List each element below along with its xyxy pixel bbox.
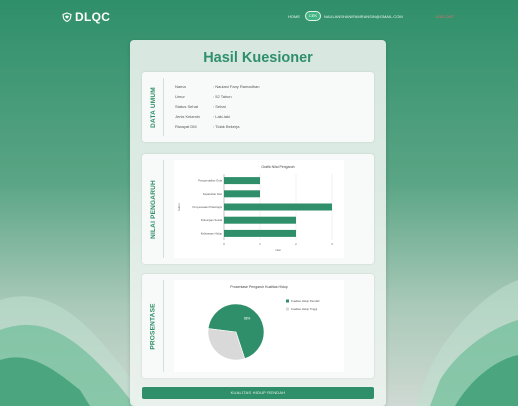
logo-text: DLQC bbox=[75, 10, 111, 24]
chart-title: Grafik Nilai Pengaruh bbox=[261, 165, 294, 169]
x-tick-label: 3 bbox=[331, 242, 333, 246]
bar bbox=[224, 216, 296, 224]
data-umum-panel: DATA UMUM Nama : Naulani Fany Ramadhan U… bbox=[142, 72, 374, 142]
panel-divider bbox=[163, 160, 164, 258]
bar bbox=[224, 177, 260, 185]
panel-divider bbox=[163, 78, 164, 136]
bar bbox=[224, 190, 260, 198]
navbar: DLQC HOME CEK NAULANSHANIFAMRANSIN@GMAIL… bbox=[0, 0, 518, 34]
pie-slice-label: 68% bbox=[244, 317, 251, 321]
x-axis-label: nilai bbox=[275, 248, 281, 252]
nav-home-link[interactable]: HOME bbox=[288, 14, 300, 19]
legend-swatch bbox=[286, 307, 289, 311]
shield-heart-icon bbox=[62, 12, 72, 22]
pie-chart: Prosentase Pengaruh Kualitas Hidup 68% Kua… bbox=[174, 280, 344, 372]
prosentase-label: PROSENTASE bbox=[149, 302, 157, 350]
x-tick-label: 1 bbox=[259, 242, 261, 246]
panel-divider bbox=[163, 280, 164, 372]
logo[interactable]: DLQC bbox=[62, 9, 110, 25]
y-tick-label: Dukungan Sosial bbox=[201, 218, 223, 222]
legend-swatch bbox=[286, 299, 289, 303]
bar bbox=[224, 203, 332, 211]
nilai-pengaruh-panel: NILAI PENGARUH Grafik Nilai Pengaruh 0 1 2 3… bbox=[142, 154, 374, 264]
data-umum-label: DATA UMUM bbox=[149, 86, 157, 128]
y-tick-label: Penyesuaian Psikologis bbox=[192, 205, 222, 209]
x-tick-label: 0 bbox=[223, 242, 225, 246]
page-title: Hasil Kuesioner bbox=[203, 50, 313, 66]
x-tick-label: 2 bbox=[295, 242, 297, 246]
y-tick-label: Pengendalian Gula bbox=[198, 179, 222, 183]
y-tick-label: Kebiasaan Hidup bbox=[201, 231, 223, 235]
result-card: Hasil Kuesioner DATA UMUM Nama : Naulani… bbox=[130, 40, 386, 406]
bar bbox=[224, 229, 296, 237]
pie-chart-svg: Prosentase Pengaruh Kualitas Hidup 68% Kua… bbox=[207, 285, 320, 361]
y-tick-label: Kepatuhan Diet bbox=[203, 192, 223, 196]
bar-chart: Grafik Nilai Pengaruh 0 1 2 3 Pengendalian Gu… bbox=[174, 160, 344, 258]
nav-cek-button[interactable]: CEK bbox=[305, 11, 321, 21]
legend-label: Kualitas Hidup Tinggi bbox=[291, 307, 318, 311]
nav-user-email-link[interactable]: NAULANSHANIFAMRANSIN@GMAIL.COM bbox=[324, 14, 403, 19]
bar-chart-svg: Grafik Nilai Pengaruh 0 1 2 3 Pengendalian Gu… bbox=[177, 165, 333, 252]
y-axis-label: faktor bbox=[177, 203, 181, 211]
nav-logout-link[interactable]: LOG OUT bbox=[436, 14, 454, 19]
nilai-pengaruh-label: NILAI PENGARUH bbox=[149, 179, 157, 239]
legend-label: Kualitas Hidup Rendah bbox=[291, 299, 320, 303]
chart-title: Prosentase Pengaruh Kualitas Hidup bbox=[230, 285, 287, 289]
result-status-button[interactable]: KUALITAS HIDUP RENDAH bbox=[142, 387, 374, 399]
prosentase-panel: PROSENTASE Prosentase Pengaruh Kualitas … bbox=[142, 274, 374, 378]
